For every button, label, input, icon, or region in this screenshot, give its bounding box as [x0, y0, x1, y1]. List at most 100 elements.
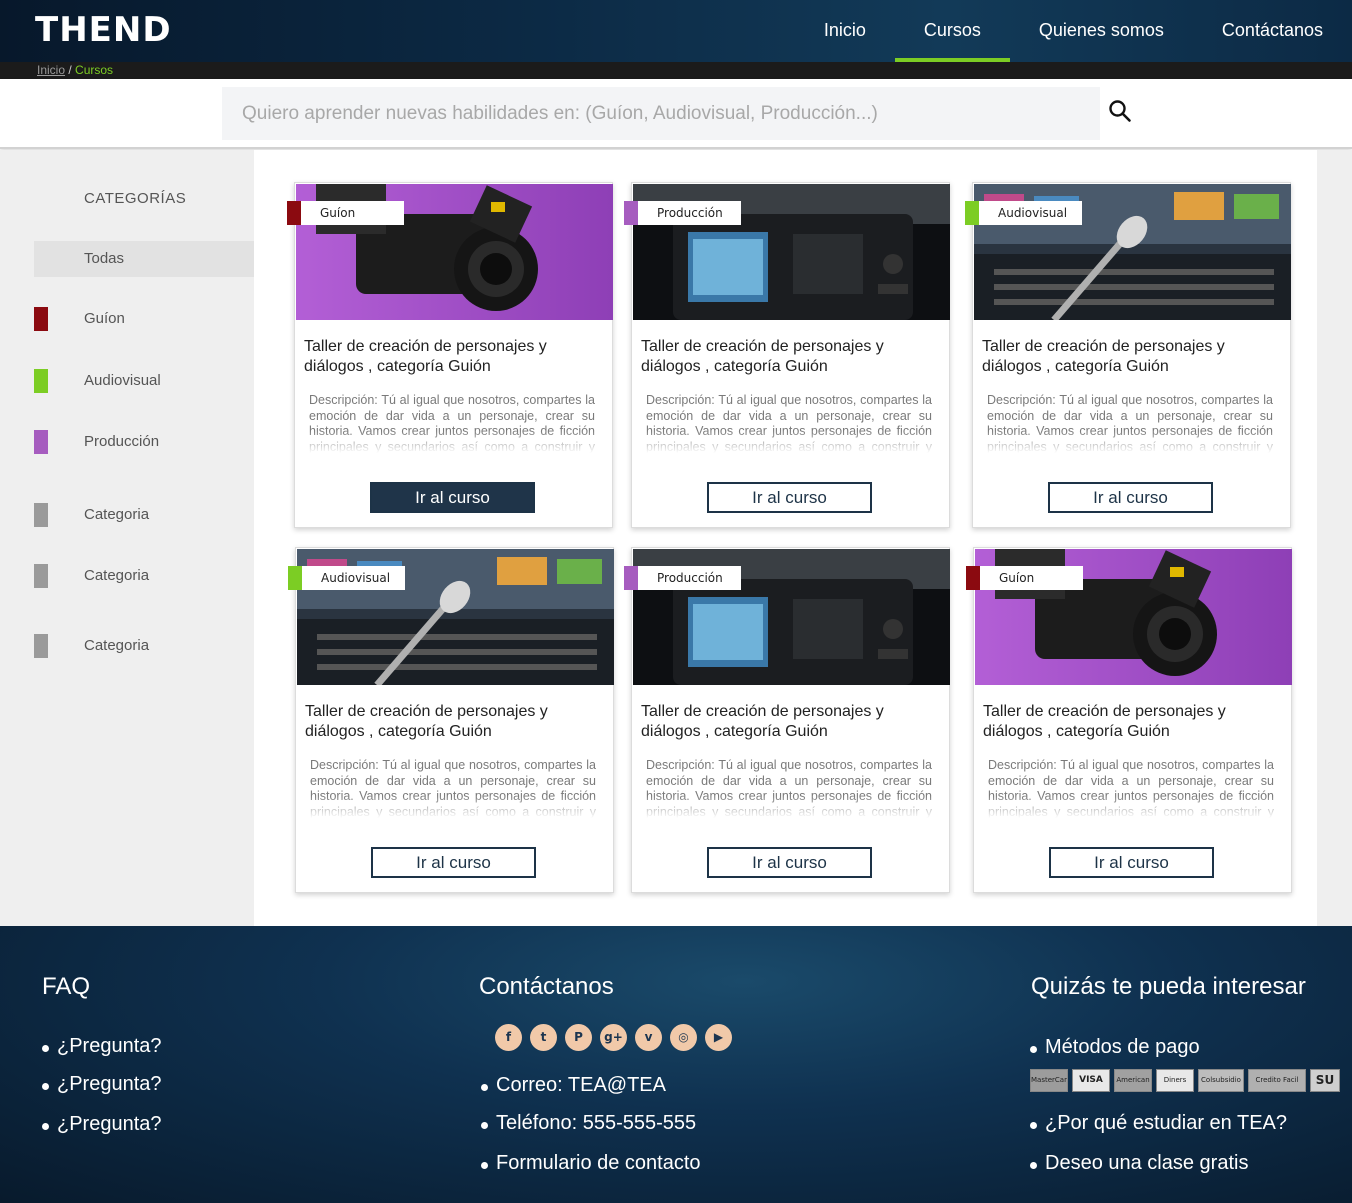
course-card: Producción Taller de creación de personaj…: [624, 182, 950, 528]
category-swatch: [34, 503, 48, 527]
breadcrumb: Inicio / Cursos: [0, 62, 1352, 79]
go-to-course-button[interactable]: Ir al curso: [1048, 482, 1213, 513]
contact-form-link[interactable]: Formulario de contacto: [481, 1152, 701, 1175]
contact-email[interactable]: Correo: TEA@TEA: [481, 1074, 666, 1097]
category-swatch: [34, 430, 48, 454]
course-grid: Guíon Taller de creación de personajes y …: [254, 150, 1317, 926]
sidebar-item-label: Categoria: [84, 637, 150, 654]
nav-cursos[interactable]: Cursos: [894, 0, 1010, 62]
breadcrumb-home-link[interactable]: Inicio: [37, 63, 65, 77]
course-title[interactable]: Taller de creación de personajes y diálo…: [982, 337, 1282, 377]
course-description: Descripción: Tú al igual que nosotros, c…: [646, 393, 932, 453]
faq-item[interactable]: ¿Pregunta?: [42, 1113, 162, 1136]
google-plus-icon[interactable]: g+: [600, 1024, 627, 1051]
course-title[interactable]: Taller de creación de personajes y diálo…: [983, 702, 1283, 742]
course-card: Guíon Taller de creación de personajes y …: [287, 182, 613, 528]
course-title[interactable]: Taller de creación de personajes y diálo…: [641, 337, 941, 377]
go-to-course-button[interactable]: Ir al curso: [371, 847, 536, 878]
category-tag-label: Producción: [657, 206, 723, 220]
sidebar-item-label: Guíon: [84, 310, 125, 327]
course-card: Audiovisual Taller de creación de persona…: [965, 182, 1291, 528]
category-swatch: [34, 564, 48, 588]
category-tag: Audiovisual: [288, 566, 405, 590]
go-to-course-button[interactable]: Ir al curso: [707, 847, 872, 878]
sidebar-item-label: Producción: [84, 433, 160, 450]
category-sidebar: CATEGORÍAS Todas Guíon Audiovisual Produ…: [0, 150, 254, 926]
category-swatch: [288, 566, 302, 590]
sidebar-item-guion[interactable]: Guíon: [34, 301, 254, 337]
mastercard-logo: MasterCard: [1030, 1069, 1068, 1092]
payment-methods: MasterCard VISA American Express Diners …: [1030, 1069, 1340, 1092]
contact-phone[interactable]: Teléfono: 555-555-555: [481, 1112, 696, 1135]
su-logo: SU: [1310, 1069, 1340, 1092]
category-tag-label: Guíon: [320, 206, 356, 220]
search-bar: [0, 79, 1352, 149]
sidebar-item-label: Categoria: [84, 506, 150, 523]
sidebar-item-categoria[interactable]: Categoria: [34, 628, 254, 664]
sidebar-item-produccion[interactable]: Producción: [34, 424, 254, 460]
pinterest-icon[interactable]: P: [565, 1024, 592, 1051]
course-title[interactable]: Taller de creación de personajes y diálo…: [304, 337, 604, 377]
course-description: Descripción: Tú al igual que nosotros, c…: [309, 393, 595, 453]
search-icon[interactable]: [1108, 99, 1132, 123]
course-card: Guíon Taller de creación de personajes y …: [966, 547, 1292, 893]
colsubsidio-logo: Colsubsidio: [1198, 1069, 1244, 1092]
top-header: THEND Inicio Cursos Quienes somos Contác…: [0, 0, 1352, 62]
vimeo-icon[interactable]: v: [635, 1024, 662, 1051]
faq-title: FAQ: [42, 973, 91, 1000]
site-logo[interactable]: THEND: [35, 10, 172, 50]
main-nav: Inicio Cursos Quienes somos Contáctanos: [795, 0, 1352, 62]
sidebar-item-label: Todas: [84, 250, 125, 267]
course-description: Descripción: Tú al igual que nosotros, c…: [987, 393, 1273, 453]
nav-quienes-somos[interactable]: Quienes somos: [1010, 0, 1193, 62]
nav-inicio[interactable]: Inicio: [795, 0, 895, 62]
course-card: Audiovisual Taller de creación de persona…: [288, 547, 614, 893]
facebook-icon[interactable]: f: [495, 1024, 522, 1051]
sidebar-item-categoria[interactable]: Categoria: [34, 558, 254, 594]
category-tag: Guíon: [287, 201, 404, 225]
social-links: f t P g+ v ◎ ▶: [495, 1024, 732, 1051]
category-swatch: [34, 369, 48, 393]
category-swatch: [966, 566, 980, 590]
interest-item-payments[interactable]: Métodos de pago: [1030, 1036, 1200, 1059]
sidebar-item-audiovisual[interactable]: Audiovisual: [34, 363, 254, 399]
faq-item[interactable]: ¿Pregunta?: [42, 1035, 162, 1058]
course-title[interactable]: Taller de creación de personajes y diálo…: [305, 702, 605, 742]
category-swatch: [287, 201, 301, 225]
go-to-course-button[interactable]: Ir al curso: [1049, 847, 1214, 878]
codensa-logo: Credito Facil Codensa: [1248, 1069, 1306, 1092]
search-input[interactable]: [222, 87, 1100, 140]
category-swatch: [624, 566, 638, 590]
course-card: Producción Taller de creación de personaj…: [624, 547, 950, 893]
go-to-course-button[interactable]: Ir al curso: [370, 482, 535, 513]
category-tag: Audiovisual: [965, 201, 1082, 225]
category-swatch: [34, 307, 48, 331]
breadcrumb-separator: /: [65, 63, 76, 77]
sidebar-title: CATEGORÍAS: [84, 190, 187, 207]
breadcrumb-current: Cursos: [75, 63, 114, 77]
category-swatch: [624, 201, 638, 225]
sidebar-item-label: Categoria: [84, 567, 150, 584]
youtube-icon[interactable]: ▶: [705, 1024, 732, 1051]
category-tag-label: Guíon: [999, 571, 1035, 585]
instagram-icon[interactable]: ◎: [670, 1024, 697, 1051]
course-description: Descripción: Tú al igual que nosotros, c…: [310, 758, 596, 818]
category-tag-label: Audiovisual: [321, 571, 391, 585]
interest-item-why[interactable]: ¿Por qué estudiar en TEA?: [1030, 1112, 1287, 1135]
faq-item[interactable]: ¿Pregunta?: [42, 1073, 162, 1096]
sidebar-item-categoria[interactable]: Categoria: [34, 497, 254, 533]
nav-contactanos[interactable]: Contáctanos: [1193, 0, 1352, 62]
category-swatch: [965, 201, 979, 225]
course-title[interactable]: Taller de creación de personajes y diálo…: [641, 702, 941, 742]
category-swatch: [34, 634, 48, 658]
category-tag: Guíon: [966, 566, 1083, 590]
sidebar-item-todas[interactable]: Todas: [34, 241, 254, 277]
main-area: CATEGORÍAS Todas Guíon Audiovisual Produ…: [0, 150, 1352, 926]
category-tag-label: Producción: [657, 571, 723, 585]
category-tag: Producción: [624, 201, 741, 225]
course-description: Descripción: Tú al igual que nosotros, c…: [646, 758, 932, 818]
sidebar-item-label: Audiovisual: [84, 372, 161, 389]
interest-item-free-class[interactable]: Deseo una clase gratis: [1030, 1152, 1248, 1175]
twitter-icon[interactable]: t: [530, 1024, 557, 1051]
go-to-course-button[interactable]: Ir al curso: [707, 482, 872, 513]
